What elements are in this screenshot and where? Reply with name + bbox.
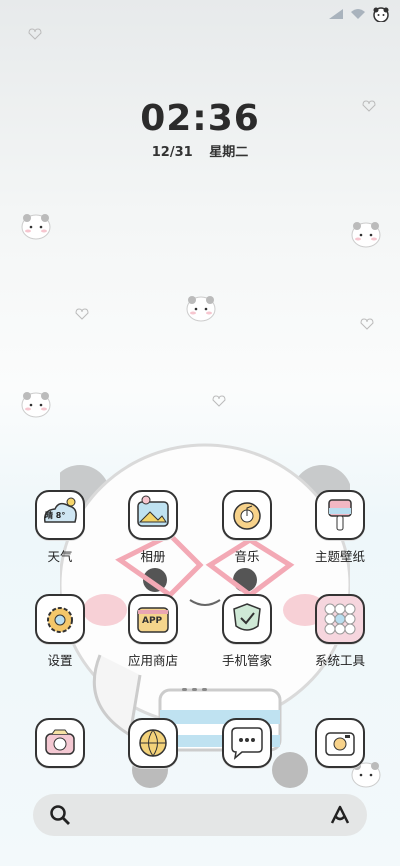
dock-messages[interactable] — [212, 718, 282, 768]
heart-doodle-icon — [212, 395, 226, 407]
clock-date: 12/31 星期二 — [0, 141, 400, 160]
phone-manager-icon — [222, 594, 272, 644]
signal-icon — [329, 9, 343, 19]
weather-badge: 晴 8° — [45, 511, 66, 520]
messages-icon — [222, 718, 272, 768]
app-label: 设置 — [47, 653, 73, 668]
app-label: 系统工具 — [314, 653, 365, 668]
app-theme-wallpaper[interactable]: 主题壁纸 — [305, 490, 375, 565]
app-store-icon: APP — [128, 594, 178, 644]
app-label: 相册 — [140, 549, 166, 564]
theme-wallpaper-icon — [315, 490, 365, 540]
panda-sticker-icon — [351, 222, 381, 248]
dock-photo-camera[interactable] — [305, 718, 375, 768]
panda-battery-icon — [373, 7, 389, 22]
heart-doodle-icon — [360, 318, 374, 330]
music-icon — [222, 490, 272, 540]
browser-icon — [128, 718, 178, 768]
app-phone-manager[interactable]: 手机管家 — [212, 594, 282, 669]
app-music[interactable]: 音乐 — [212, 490, 282, 565]
lockscreen-clock: 02:36 12/31 星期二 — [0, 98, 400, 160]
weekday-text: 星期二 — [209, 145, 249, 160]
clock-time: 02:36 — [140, 98, 260, 139]
heart-doodle-icon — [75, 308, 89, 320]
app-weather[interactable]: 晴 8° 天气 — [25, 490, 95, 565]
dock-camera[interactable] — [25, 718, 95, 768]
panda-sticker-icon — [21, 214, 51, 240]
panda-sticker-icon — [21, 392, 51, 418]
app-store-badge: APP — [142, 616, 163, 626]
app-label: 手机管家 — [221, 653, 272, 668]
app-settings[interactable]: 设置 — [25, 594, 95, 669]
gallery-icon — [128, 490, 178, 540]
app-system-tools-folder[interactable]: 系统工具 — [305, 594, 375, 669]
app-label: 应用商店 — [127, 653, 178, 668]
app-label: 音乐 — [234, 549, 260, 564]
search-bar[interactable] — [33, 794, 367, 836]
search-icon[interactable] — [49, 804, 71, 826]
wifi-icon — [351, 9, 365, 19]
panda-sticker-icon — [186, 296, 216, 322]
status-bar — [328, 6, 390, 22]
dock-browser[interactable] — [118, 718, 188, 768]
weather-icon: 晴 8° — [35, 490, 85, 540]
app-label: 主题壁纸 — [314, 549, 365, 564]
system-tools-folder-icon — [315, 594, 365, 644]
app-gallery[interactable]: 相册 — [118, 490, 188, 565]
date-text: 12/31 — [151, 145, 193, 160]
app-app-store[interactable]: APP 应用商店 — [118, 594, 188, 669]
page-indicator — [182, 688, 207, 691]
settings-icon — [35, 594, 85, 644]
assistant-icon[interactable] — [329, 804, 351, 826]
camera-icon — [35, 718, 85, 768]
app-label: 天气 — [47, 549, 73, 564]
photo-camera-icon — [315, 718, 365, 768]
heart-doodle-icon — [28, 28, 42, 40]
